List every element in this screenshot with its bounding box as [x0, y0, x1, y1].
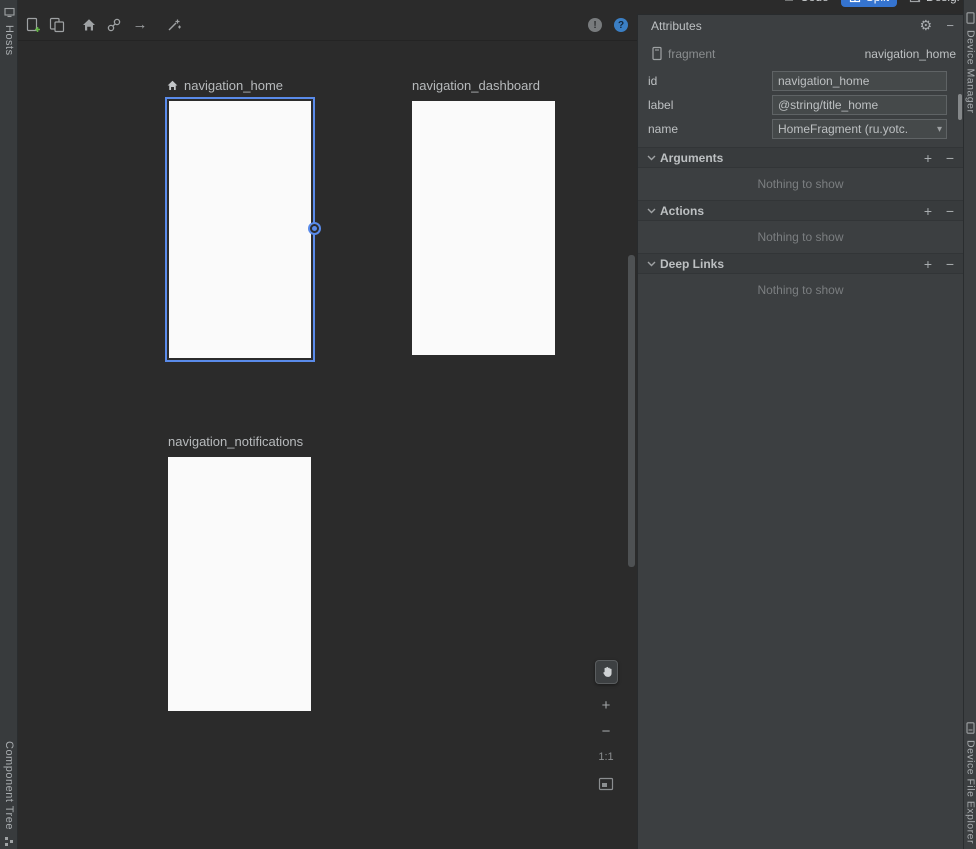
- deep-links-empty-text: Nothing to show: [638, 283, 963, 297]
- name-dropdown[interactable]: HomeFragment (ru.yotc. ▾: [772, 119, 947, 139]
- navigation-canvas[interactable]: → ! ? navigation_home navigation_dashboa…: [18, 0, 637, 849]
- id-field-label: id: [648, 74, 657, 88]
- tool-button-hosts-label: Hosts: [3, 25, 15, 56]
- action-handle[interactable]: [308, 222, 321, 235]
- tool-button-device-file-explorer-label: Device File Explorer: [965, 740, 976, 844]
- component-type-row: fragment navigation_home: [638, 45, 963, 63]
- tool-button-component-tree-label: Component Tree: [3, 741, 15, 830]
- fragment-label-navigation-home[interactable]: navigation_home: [166, 78, 283, 93]
- left-tool-strip: Hosts Component Tree: [0, 0, 18, 849]
- name-dropdown-value: HomeFragment (ru.yotc.: [778, 122, 908, 136]
- tool-button-device-file-explorer[interactable]: Device File Explorer: [964, 722, 976, 844]
- device-file-explorer-icon: [966, 722, 975, 734]
- fragment-label-text: navigation_home: [184, 78, 283, 93]
- section-header-actions[interactable]: Actions + −: [638, 200, 963, 221]
- remove-argument-button[interactable]: −: [942, 150, 958, 166]
- fragment-navigation-home-preview[interactable]: [169, 101, 311, 358]
- hosts-icon: [4, 7, 15, 18]
- fragment-label-navigation-dashboard[interactable]: navigation_dashboard: [412, 78, 540, 93]
- code-icon: [783, 0, 795, 3]
- chevron-down-icon: ▾: [937, 124, 942, 135]
- tab-code-label: Code: [800, 0, 829, 4]
- tab-split-label: Split: [866, 0, 889, 4]
- link-icon[interactable]: [106, 17, 122, 33]
- id-input[interactable]: [772, 71, 947, 91]
- new-destination-icon[interactable]: [25, 17, 41, 33]
- tab-design[interactable]: Design: [901, 0, 961, 7]
- navigation-toolbar: → ! ?: [18, 0, 637, 41]
- fragment-navigation-notifications[interactable]: [168, 457, 311, 711]
- attributes-title: Attributes: [651, 19, 702, 33]
- label-input[interactable]: [772, 95, 947, 115]
- section-title: Arguments: [660, 151, 723, 165]
- editor-mode-tabs: Code Split Design: [775, 0, 961, 8]
- right-tool-strip: Device Manager Device File Explorer: [963, 0, 976, 849]
- design-icon: [909, 0, 921, 3]
- tool-button-hosts[interactable]: Hosts: [0, 7, 18, 56]
- hand-icon: [600, 665, 614, 679]
- add-deep-link-button[interactable]: +: [920, 256, 936, 272]
- zoom-to-100-button[interactable]: 1:1: [596, 751, 616, 763]
- arguments-empty-text: Nothing to show: [638, 177, 963, 191]
- chevron-down-icon[interactable]: [647, 155, 656, 161]
- attributes-scrollbar[interactable]: [958, 94, 962, 120]
- tab-design-label: Design: [926, 0, 961, 4]
- action-arrow-icon[interactable]: →: [132, 17, 148, 33]
- zoom-in-button[interactable]: +: [596, 697, 616, 715]
- canvas-vertical-scrollbar[interactable]: [628, 255, 635, 567]
- split-icon: [849, 0, 861, 3]
- chevron-down-icon[interactable]: [647, 261, 656, 267]
- remove-action-button[interactable]: −: [942, 203, 958, 219]
- fragment-label-text: navigation_dashboard: [412, 78, 540, 93]
- field-row-id: id: [638, 71, 963, 92]
- remove-deep-link-button[interactable]: −: [942, 256, 958, 272]
- zoom-to-fit-icon[interactable]: [598, 776, 614, 792]
- attributes-panel: Attributes ⚙ − fragment navigation_home …: [637, 14, 963, 849]
- tab-split[interactable]: Split: [841, 0, 897, 7]
- help-icon[interactable]: ?: [614, 18, 628, 32]
- name-field-label: name: [648, 122, 678, 136]
- fragment-navigation-dashboard[interactable]: [412, 101, 555, 355]
- field-row-label: label: [638, 95, 963, 116]
- editor-mode-tab-bar: Code Split Design: [775, 0, 961, 8]
- section-header-deep-links[interactable]: Deep Links + −: [638, 253, 963, 274]
- device-manager-icon: [966, 12, 975, 24]
- fragment-icon: [651, 46, 663, 61]
- add-argument-button[interactable]: +: [920, 150, 936, 166]
- section-title: Deep Links: [660, 257, 724, 271]
- gear-icon[interactable]: ⚙: [919, 17, 932, 34]
- android-studio-navigation-editor: Code Split Design Hosts Component Tree: [0, 0, 976, 849]
- label-field-label: label: [648, 98, 673, 112]
- zoom-out-button[interactable]: −: [596, 723, 616, 741]
- section-title: Actions: [660, 204, 704, 218]
- tool-button-device-manager-label: Device Manager: [965, 30, 976, 113]
- section-header-arguments[interactable]: Arguments + −: [638, 147, 963, 168]
- chevron-down-icon[interactable]: [647, 208, 656, 214]
- pan-button[interactable]: [595, 660, 618, 684]
- fragment-label-text: navigation_notifications: [168, 434, 303, 449]
- issues-indicator-icon[interactable]: !: [588, 18, 602, 32]
- fragment-navigation-home[interactable]: [165, 97, 315, 362]
- auto-arrange-icon[interactable]: [166, 17, 182, 33]
- start-destination-home-icon: [166, 79, 179, 92]
- home-icon[interactable]: [81, 17, 97, 33]
- nested-graph-icon[interactable]: [49, 17, 65, 33]
- tool-button-component-tree[interactable]: Component Tree: [0, 741, 18, 847]
- component-id-value: navigation_home: [865, 47, 956, 61]
- tab-code[interactable]: Code: [775, 0, 837, 7]
- field-row-name: name HomeFragment (ru.yotc. ▾: [638, 119, 963, 140]
- actions-empty-text: Nothing to show: [638, 230, 963, 244]
- component-type-label: fragment: [668, 47, 715, 61]
- component-tree-icon: [4, 836, 15, 847]
- fragment-label-navigation-notifications[interactable]: navigation_notifications: [168, 434, 303, 449]
- tool-button-device-manager[interactable]: Device Manager: [964, 12, 976, 113]
- hide-panel-icon[interactable]: −: [946, 18, 954, 33]
- add-action-button[interactable]: +: [920, 203, 936, 219]
